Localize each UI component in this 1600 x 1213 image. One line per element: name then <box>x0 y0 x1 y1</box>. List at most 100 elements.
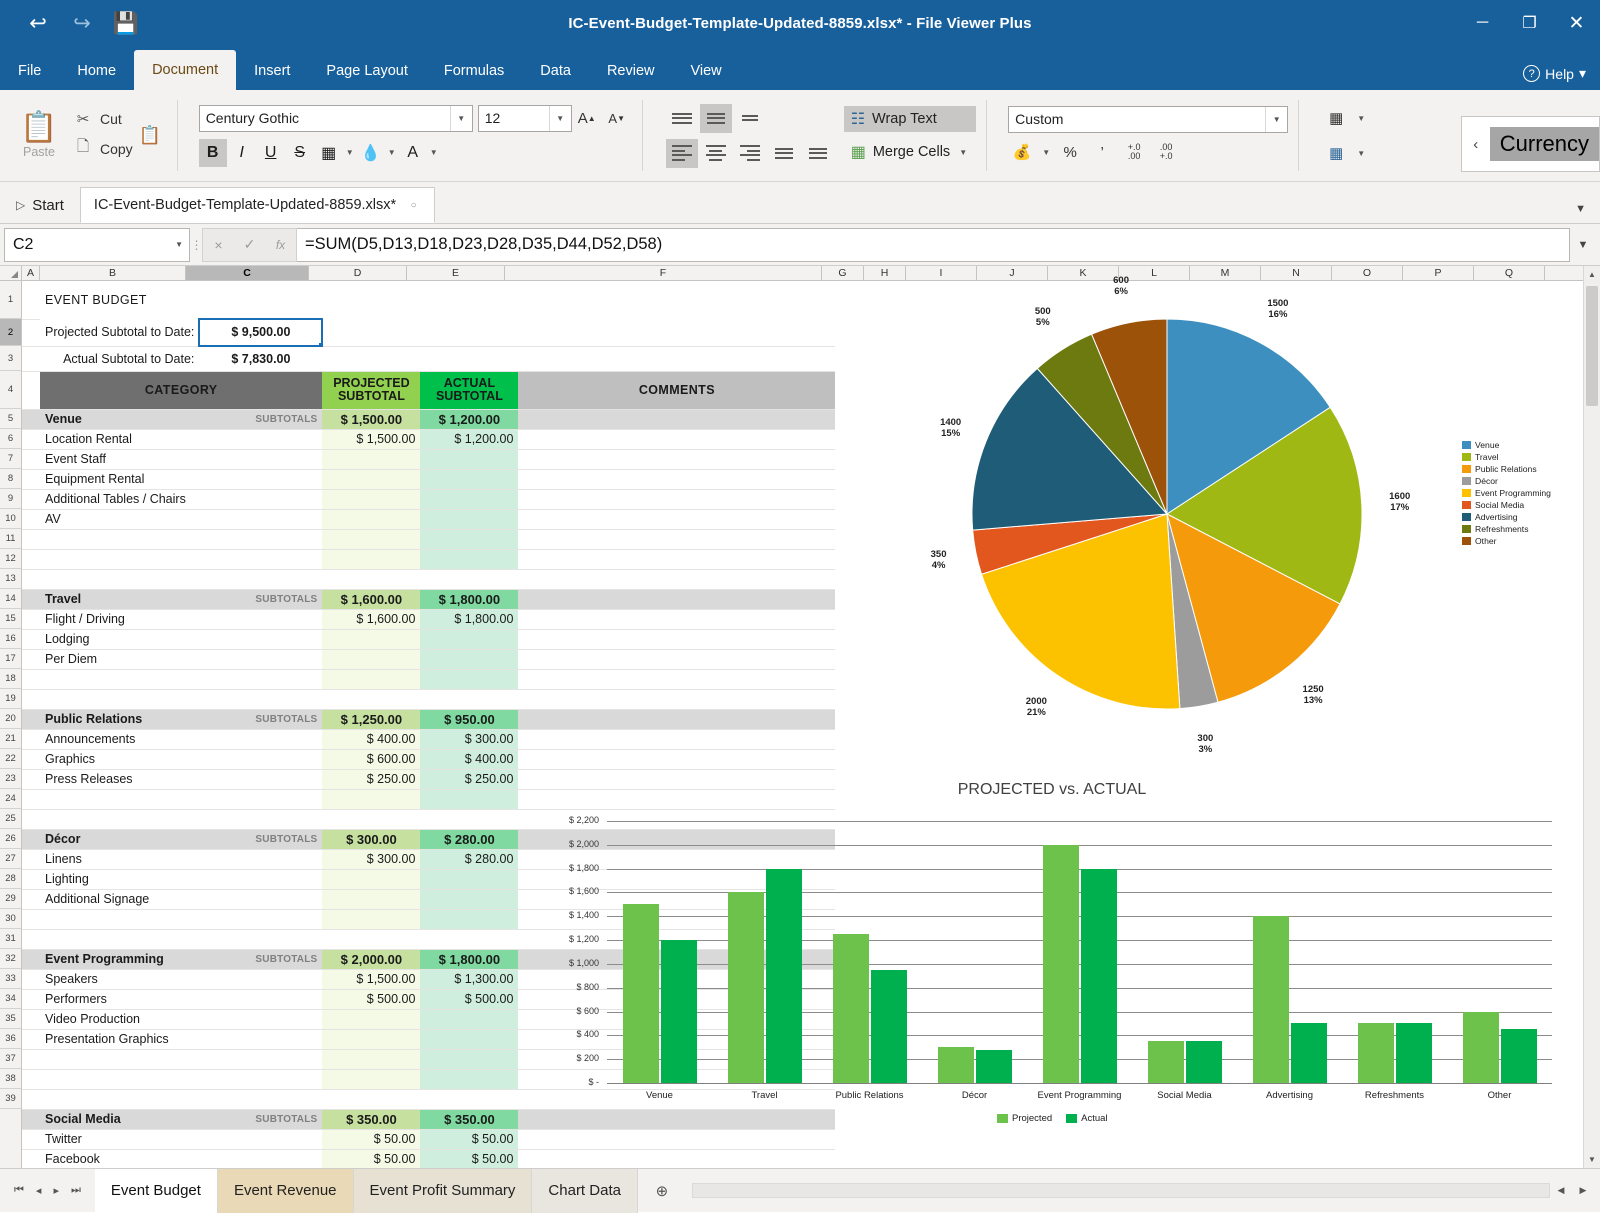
item-projected-2-0[interactable]: $ 400.00 <box>322 729 420 749</box>
close-button[interactable]: ✕ <box>1553 0 1600 46</box>
font-size-combo[interactable]: 12 ▼ <box>478 105 572 132</box>
align-left-button[interactable] <box>666 139 698 168</box>
gap-cell[interactable] <box>22 1089 40 1109</box>
cell-a19[interactable] <box>22 729 40 749</box>
align-right-button[interactable] <box>734 139 766 168</box>
item-projected-0-2[interactable] <box>322 469 420 489</box>
item-projected-0-1[interactable] <box>322 449 420 469</box>
header-comments[interactable]: COMMENTS <box>518 371 835 409</box>
row-header-5[interactable]: 5 <box>0 409 21 429</box>
cell-a1[interactable] <box>22 281 40 319</box>
item-projected-5-1[interactable]: $ 50.00 <box>322 1149 420 1168</box>
gap-cell[interactable] <box>322 569 420 589</box>
item-actual-1-2[interactable] <box>420 649 518 669</box>
item-actual-3-3[interactable] <box>420 909 518 929</box>
gap-cell[interactable] <box>420 689 835 709</box>
bar-actual-3[interactable] <box>976 1050 1012 1083</box>
cell-a6[interactable] <box>22 429 40 449</box>
gap-cell[interactable] <box>322 929 420 949</box>
fill-color-button[interactable]: 💧 <box>357 139 385 167</box>
section-subtotals-label-1[interactable]: SUBTOTALS <box>199 589 322 609</box>
row-header-12[interactable]: 12 <box>0 549 21 569</box>
table-row[interactable]: Projected Subtotal to Date:$ 9,500.00 <box>22 319 835 346</box>
item-actual-0-1[interactable] <box>420 449 518 469</box>
collapse-left-arrow-icon[interactable]: ‹ <box>1462 117 1490 171</box>
projected-subtotal-label[interactable]: Projected Subtotal to Date: <box>40 319 199 346</box>
currency-format-button[interactable]: 💰 <box>1008 139 1036 166</box>
font-color-button[interactable]: A <box>399 139 427 167</box>
column-header-H[interactable]: H <box>864 266 906 280</box>
cell-a32[interactable] <box>22 1029 40 1049</box>
section-subtotals-label-4[interactable]: SUBTOTALS <box>199 949 322 969</box>
cell-a12[interactable] <box>22 549 40 569</box>
scroll-down-arrow-icon[interactable]: ▼ <box>1584 1151 1600 1168</box>
table-row[interactable]: TravelSUBTOTALS$ 1,600.00$ 1,800.00 <box>22 589 835 609</box>
bold-button[interactable]: B <box>199 139 227 167</box>
increase-font-size-button[interactable]: A▲ <box>572 105 602 132</box>
section-projected-2[interactable]: $ 1,250.00 <box>322 709 420 729</box>
row-header-2[interactable]: 2 <box>0 319 21 346</box>
close-tab-icon[interactable]: ○ <box>406 198 421 213</box>
row-header-29[interactable]: 29 <box>0 889 21 909</box>
section-actual-5[interactable]: $ 350.00 <box>420 1109 518 1129</box>
item-name-4-4[interactable] <box>40 1049 322 1069</box>
gap-cell[interactable] <box>199 809 322 829</box>
table-row[interactable]: Facebook$ 50.00$ 50.00 <box>22 1149 835 1168</box>
tab-review[interactable]: Review <box>589 52 673 90</box>
chevron-down-icon[interactable]: ▼ <box>450 106 472 131</box>
bar-projected-1[interactable] <box>728 892 764 1083</box>
paste-button[interactable]: 📋 Paste <box>10 113 68 159</box>
font-family-combo[interactable]: Century Gothic ▼ <box>199 105 473 132</box>
item-actual-0-3[interactable] <box>420 489 518 509</box>
item-name-3-0[interactable]: Linens <box>40 849 322 869</box>
row-header-14[interactable]: 14 <box>0 589 21 609</box>
row-header-37[interactable]: 37 <box>0 1049 21 1069</box>
table-row[interactable]: Per Diem <box>22 649 835 669</box>
section-projected-1[interactable]: $ 1,600.00 <box>322 589 420 609</box>
column-header-M[interactable]: M <box>1190 266 1261 280</box>
cell-a35[interactable] <box>22 1109 40 1129</box>
item-name-4-0[interactable]: Speakers <box>40 969 322 989</box>
item-name-4-1[interactable]: Performers <box>40 989 322 1009</box>
bar-actual-2[interactable] <box>871 970 907 1083</box>
row-header-9[interactable]: 9 <box>0 489 21 509</box>
gap-cell[interactable] <box>199 569 322 589</box>
item-name-0-4[interactable]: AV <box>40 509 322 529</box>
gap-cell[interactable] <box>40 809 199 829</box>
item-name-4-2[interactable]: Video Production <box>40 1009 322 1029</box>
chevron-down-icon[interactable]: ▼ <box>175 240 183 249</box>
item-name-4-3[interactable]: Presentation Graphics <box>40 1029 322 1049</box>
cell-a26[interactable] <box>22 889 40 909</box>
item-projected-5-0[interactable]: $ 50.00 <box>322 1129 420 1149</box>
horizontal-scrollbar[interactable]: ◀ ▶ <box>686 1183 1600 1198</box>
item-actual-2-3[interactable] <box>420 789 518 809</box>
row-header-22[interactable]: 22 <box>0 749 21 769</box>
maximize-button[interactable]: ❐ <box>1506 0 1553 46</box>
cell-e2[interactable] <box>420 319 518 346</box>
gap-cell[interactable] <box>40 569 199 589</box>
item-comments-5-0[interactable] <box>518 1129 835 1149</box>
start-tab[interactable]: ▷ Start <box>0 187 80 223</box>
bar-projected-4[interactable] <box>1043 845 1079 1083</box>
column-header-F[interactable]: F <box>505 266 822 280</box>
tab-formulas[interactable]: Formulas <box>426 52 522 90</box>
item-name-0-2[interactable]: Equipment Rental <box>40 469 322 489</box>
item-actual-1-0[interactable]: $ 1,800.00 <box>420 609 518 629</box>
item-name-2-1[interactable]: Graphics <box>40 749 322 769</box>
item-name-4-5[interactable] <box>40 1069 322 1089</box>
gap-cell[interactable] <box>322 1089 420 1109</box>
row-header-20[interactable]: 20 <box>0 709 21 729</box>
item-projected-0-4[interactable] <box>322 509 420 529</box>
format-painter-button[interactable]: 📋 <box>133 125 167 146</box>
row-header-19[interactable]: 19 <box>0 689 21 709</box>
cell-d2[interactable] <box>322 319 420 346</box>
borders-button[interactable]: ▦ <box>315 139 343 167</box>
projected-subtotal-value[interactable]: $ 9,500.00 <box>199 319 322 346</box>
item-projected-1-2[interactable] <box>322 649 420 669</box>
cell-a20[interactable] <box>22 749 40 769</box>
section-subtotals-label-2[interactable]: SUBTOTALS <box>199 709 322 729</box>
cell-a5[interactable] <box>22 409 40 429</box>
item-comments-0-1[interactable] <box>518 449 835 469</box>
cell-a10[interactable] <box>22 509 40 529</box>
item-projected-1-1[interactable] <box>322 629 420 649</box>
